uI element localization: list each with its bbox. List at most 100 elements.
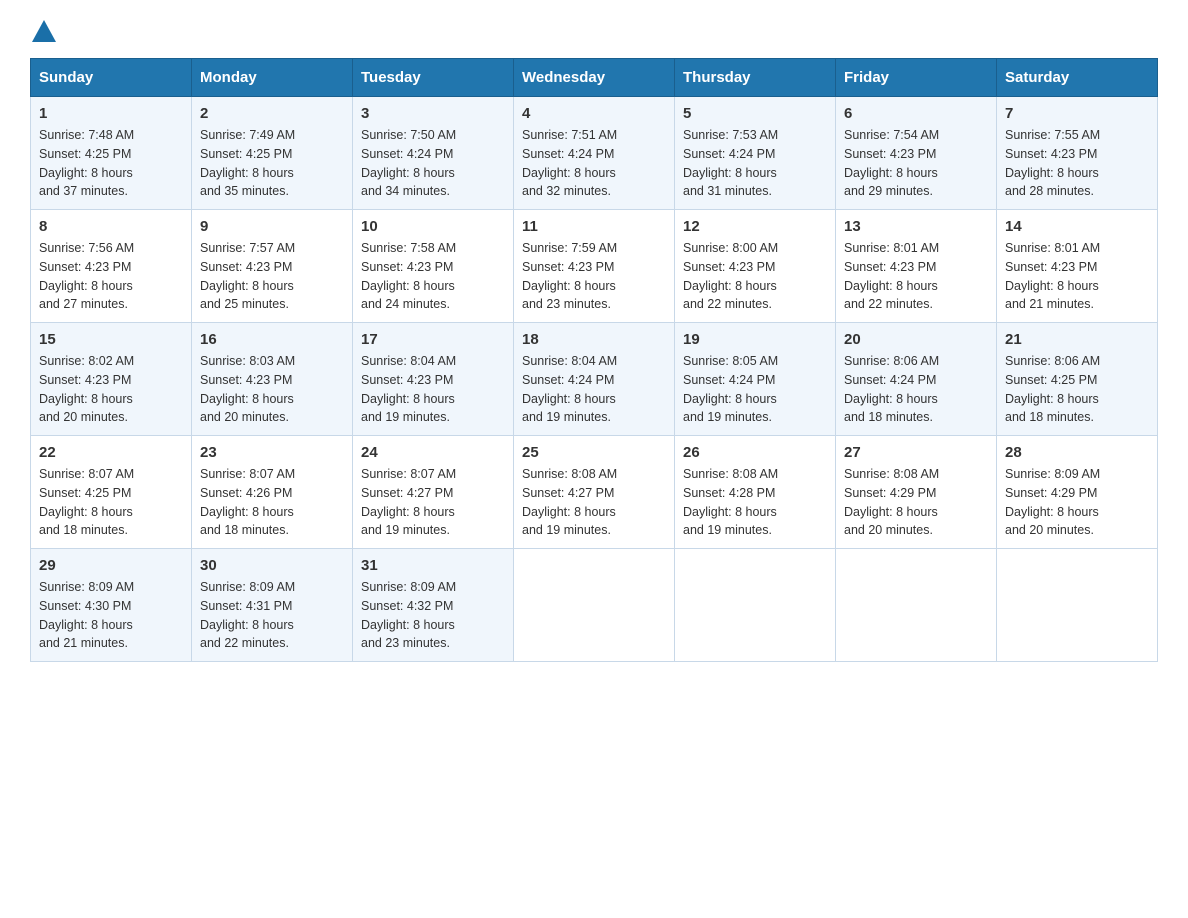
- day-number: 16: [200, 331, 344, 348]
- day-info: Sunrise: 7:59 AMSunset: 4:23 PMDaylight:…: [522, 241, 617, 311]
- calendar-day-cell: [997, 549, 1158, 662]
- calendar-day-cell: 26 Sunrise: 8:08 AMSunset: 4:28 PMDaylig…: [675, 436, 836, 549]
- calendar-day-cell: 14 Sunrise: 8:01 AMSunset: 4:23 PMDaylig…: [997, 210, 1158, 323]
- calendar-day-cell: [675, 549, 836, 662]
- day-of-week-header: Tuesday: [353, 59, 514, 97]
- calendar-day-cell: 27 Sunrise: 8:08 AMSunset: 4:29 PMDaylig…: [836, 436, 997, 549]
- day-info: Sunrise: 8:08 AMSunset: 4:27 PMDaylight:…: [522, 467, 617, 537]
- day-number: 18: [522, 331, 666, 348]
- day-info: Sunrise: 7:53 AMSunset: 4:24 PMDaylight:…: [683, 128, 778, 198]
- calendar-day-cell: 30 Sunrise: 8:09 AMSunset: 4:31 PMDaylig…: [192, 549, 353, 662]
- calendar-day-cell: 3 Sunrise: 7:50 AMSunset: 4:24 PMDayligh…: [353, 97, 514, 210]
- day-number: 10: [361, 218, 505, 235]
- calendar-day-cell: 29 Sunrise: 8:09 AMSunset: 4:30 PMDaylig…: [31, 549, 192, 662]
- day-number: 21: [1005, 331, 1149, 348]
- day-of-week-header: Thursday: [675, 59, 836, 97]
- day-info: Sunrise: 8:03 AMSunset: 4:23 PMDaylight:…: [200, 354, 295, 424]
- day-number: 2: [200, 105, 344, 122]
- calendar-day-cell: 5 Sunrise: 7:53 AMSunset: 4:24 PMDayligh…: [675, 97, 836, 210]
- calendar-day-cell: 7 Sunrise: 7:55 AMSunset: 4:23 PMDayligh…: [997, 97, 1158, 210]
- day-info: Sunrise: 8:09 AMSunset: 4:30 PMDaylight:…: [39, 580, 134, 650]
- calendar-day-cell: [836, 549, 997, 662]
- day-number: 4: [522, 105, 666, 122]
- day-info: Sunrise: 8:09 AMSunset: 4:31 PMDaylight:…: [200, 580, 295, 650]
- calendar-day-cell: 28 Sunrise: 8:09 AMSunset: 4:29 PMDaylig…: [997, 436, 1158, 549]
- day-of-week-header: Wednesday: [514, 59, 675, 97]
- calendar-day-cell: 8 Sunrise: 7:56 AMSunset: 4:23 PMDayligh…: [31, 210, 192, 323]
- calendar-day-cell: 20 Sunrise: 8:06 AMSunset: 4:24 PMDaylig…: [836, 323, 997, 436]
- day-number: 13: [844, 218, 988, 235]
- day-number: 22: [39, 444, 183, 461]
- calendar-day-cell: 6 Sunrise: 7:54 AMSunset: 4:23 PMDayligh…: [836, 97, 997, 210]
- day-number: 9: [200, 218, 344, 235]
- calendar-week-row: 29 Sunrise: 8:09 AMSunset: 4:30 PMDaylig…: [31, 549, 1158, 662]
- day-info: Sunrise: 8:08 AMSunset: 4:28 PMDaylight:…: [683, 467, 778, 537]
- day-number: 5: [683, 105, 827, 122]
- day-number: 28: [1005, 444, 1149, 461]
- day-info: Sunrise: 8:06 AMSunset: 4:25 PMDaylight:…: [1005, 354, 1100, 424]
- calendar-day-cell: 31 Sunrise: 8:09 AMSunset: 4:32 PMDaylig…: [353, 549, 514, 662]
- day-info: Sunrise: 8:08 AMSunset: 4:29 PMDaylight:…: [844, 467, 939, 537]
- logo: [30, 20, 56, 40]
- calendar-week-row: 22 Sunrise: 8:07 AMSunset: 4:25 PMDaylig…: [31, 436, 1158, 549]
- day-info: Sunrise: 7:48 AMSunset: 4:25 PMDaylight:…: [39, 128, 134, 198]
- day-info: Sunrise: 8:04 AMSunset: 4:23 PMDaylight:…: [361, 354, 456, 424]
- day-number: 8: [39, 218, 183, 235]
- calendar-week-row: 8 Sunrise: 7:56 AMSunset: 4:23 PMDayligh…: [31, 210, 1158, 323]
- calendar-week-row: 15 Sunrise: 8:02 AMSunset: 4:23 PMDaylig…: [31, 323, 1158, 436]
- calendar-day-cell: 4 Sunrise: 7:51 AMSunset: 4:24 PMDayligh…: [514, 97, 675, 210]
- calendar-day-cell: 1 Sunrise: 7:48 AMSunset: 4:25 PMDayligh…: [31, 97, 192, 210]
- day-info: Sunrise: 8:05 AMSunset: 4:24 PMDaylight:…: [683, 354, 778, 424]
- day-number: 20: [844, 331, 988, 348]
- calendar-day-cell: [514, 549, 675, 662]
- day-number: 27: [844, 444, 988, 461]
- day-number: 15: [39, 331, 183, 348]
- day-info: Sunrise: 7:56 AMSunset: 4:23 PMDaylight:…: [39, 241, 134, 311]
- calendar-day-cell: 2 Sunrise: 7:49 AMSunset: 4:25 PMDayligh…: [192, 97, 353, 210]
- calendar-day-cell: 24 Sunrise: 8:07 AMSunset: 4:27 PMDaylig…: [353, 436, 514, 549]
- day-number: 30: [200, 557, 344, 574]
- calendar-day-cell: 16 Sunrise: 8:03 AMSunset: 4:23 PMDaylig…: [192, 323, 353, 436]
- day-of-week-header: Friday: [836, 59, 997, 97]
- day-info: Sunrise: 8:07 AMSunset: 4:27 PMDaylight:…: [361, 467, 456, 537]
- day-number: 3: [361, 105, 505, 122]
- calendar-day-cell: 18 Sunrise: 8:04 AMSunset: 4:24 PMDaylig…: [514, 323, 675, 436]
- calendar-day-cell: 23 Sunrise: 8:07 AMSunset: 4:26 PMDaylig…: [192, 436, 353, 549]
- calendar-table: SundayMondayTuesdayWednesdayThursdayFrid…: [30, 58, 1158, 662]
- day-number: 7: [1005, 105, 1149, 122]
- day-info: Sunrise: 8:01 AMSunset: 4:23 PMDaylight:…: [844, 241, 939, 311]
- calendar-day-cell: 13 Sunrise: 8:01 AMSunset: 4:23 PMDaylig…: [836, 210, 997, 323]
- day-info: Sunrise: 8:07 AMSunset: 4:26 PMDaylight:…: [200, 467, 295, 537]
- day-info: Sunrise: 8:02 AMSunset: 4:23 PMDaylight:…: [39, 354, 134, 424]
- day-of-week-header: Monday: [192, 59, 353, 97]
- day-number: 1: [39, 105, 183, 122]
- calendar-header-row: SundayMondayTuesdayWednesdayThursdayFrid…: [31, 59, 1158, 97]
- day-info: Sunrise: 7:49 AMSunset: 4:25 PMDaylight:…: [200, 128, 295, 198]
- day-number: 12: [683, 218, 827, 235]
- day-number: 19: [683, 331, 827, 348]
- calendar-day-cell: 9 Sunrise: 7:57 AMSunset: 4:23 PMDayligh…: [192, 210, 353, 323]
- day-info: Sunrise: 7:57 AMSunset: 4:23 PMDaylight:…: [200, 241, 295, 311]
- page-header: [30, 20, 1158, 40]
- day-number: 17: [361, 331, 505, 348]
- calendar-day-cell: 12 Sunrise: 8:00 AMSunset: 4:23 PMDaylig…: [675, 210, 836, 323]
- day-info: Sunrise: 7:58 AMSunset: 4:23 PMDaylight:…: [361, 241, 456, 311]
- day-of-week-header: Saturday: [997, 59, 1158, 97]
- day-info: Sunrise: 8:06 AMSunset: 4:24 PMDaylight:…: [844, 354, 939, 424]
- calendar-day-cell: 21 Sunrise: 8:06 AMSunset: 4:25 PMDaylig…: [997, 323, 1158, 436]
- logo-triangle-icon: [32, 20, 56, 42]
- day-number: 24: [361, 444, 505, 461]
- day-number: 6: [844, 105, 988, 122]
- day-number: 11: [522, 218, 666, 235]
- calendar-day-cell: 11 Sunrise: 7:59 AMSunset: 4:23 PMDaylig…: [514, 210, 675, 323]
- day-info: Sunrise: 8:09 AMSunset: 4:32 PMDaylight:…: [361, 580, 456, 650]
- calendar-day-cell: 15 Sunrise: 8:02 AMSunset: 4:23 PMDaylig…: [31, 323, 192, 436]
- calendar-day-cell: 22 Sunrise: 8:07 AMSunset: 4:25 PMDaylig…: [31, 436, 192, 549]
- day-info: Sunrise: 8:01 AMSunset: 4:23 PMDaylight:…: [1005, 241, 1100, 311]
- day-info: Sunrise: 7:51 AMSunset: 4:24 PMDaylight:…: [522, 128, 617, 198]
- day-number: 31: [361, 557, 505, 574]
- day-of-week-header: Sunday: [31, 59, 192, 97]
- day-info: Sunrise: 7:50 AMSunset: 4:24 PMDaylight:…: [361, 128, 456, 198]
- calendar-week-row: 1 Sunrise: 7:48 AMSunset: 4:25 PMDayligh…: [31, 97, 1158, 210]
- day-info: Sunrise: 7:54 AMSunset: 4:23 PMDaylight:…: [844, 128, 939, 198]
